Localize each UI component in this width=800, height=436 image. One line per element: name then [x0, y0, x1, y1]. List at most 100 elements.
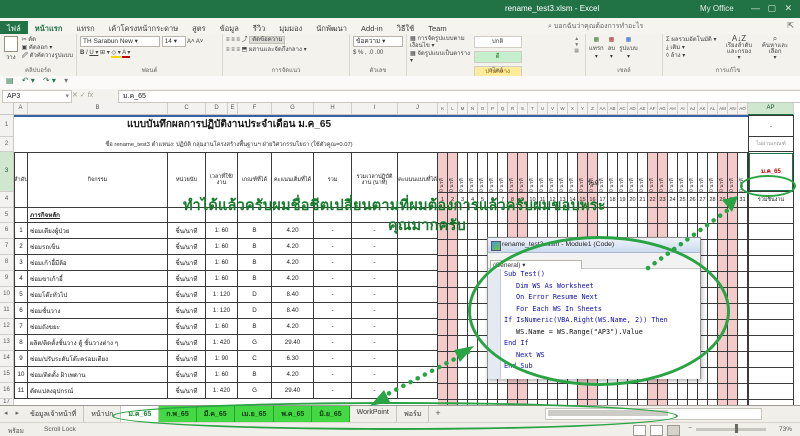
row-header-10[interactable]: 10 [0, 287, 14, 303]
zoom-slider[interactable] [696, 428, 766, 431]
table-cell[interactable]: 1: 60 [206, 367, 238, 383]
col-header-AE[interactable]: AE [638, 103, 648, 115]
select-all-corner[interactable] [0, 103, 14, 115]
row-header-2[interactable]: 2 [0, 137, 14, 152]
table-cell[interactable]: 8.40 [272, 287, 314, 303]
row-header-5[interactable]: 5 [0, 208, 14, 223]
date-number-cell[interactable]: 27 [698, 192, 708, 208]
date-number-cell[interactable]: 19 [618, 192, 628, 208]
table-cell[interactable] [398, 271, 438, 287]
sheet-nav-right-icon[interactable]: ▸ [12, 406, 24, 423]
table-cell[interactable]: 1: 60 [206, 319, 238, 335]
account-name[interactable]: My Office [700, 4, 734, 13]
table-cell[interactable]: 6 [14, 303, 28, 319]
col-header-X[interactable]: X [568, 103, 578, 115]
table-cell[interactable]: - [352, 239, 398, 255]
fill-color-icon[interactable]: ◇ ▾ [111, 50, 120, 58]
table-cell[interactable]: ซ่อมถังขยะ [28, 319, 168, 335]
col-header-AD[interactable]: AD [628, 103, 638, 115]
table-cell[interactable]: ชิ้น/นาที [168, 239, 206, 255]
table-row[interactable]: 3ซ่อมเก้าอี้มีล้อชิ้น/นาที1: 60B4.20-- [14, 255, 438, 271]
table-cell[interactable]: 1: 60 [206, 255, 238, 271]
col-header-J[interactable]: J [398, 103, 438, 115]
paste-button[interactable]: วาง [3, 36, 19, 66]
date-number-cell[interactable]: 28 [708, 192, 718, 208]
date-number-cell[interactable]: 20 [628, 192, 638, 208]
date-number-cell[interactable]: 23 [658, 192, 668, 208]
col-header-AL[interactable]: AL [708, 103, 718, 115]
borders-icon[interactable]: ⊞ ▾ [100, 50, 110, 56]
table-cell[interactable]: 6.30 [272, 351, 314, 367]
activity-table[interactable]: ลำดับกิจกรรมหน่วยนับเวลาที่ใช้/งานเกณฑ์ท… [14, 152, 438, 399]
row-header-16[interactable]: 16 [0, 383, 14, 399]
underline-button[interactable]: U ▾ [89, 50, 98, 56]
maximize-button[interactable]: ▢ [767, 3, 776, 14]
comma-icon[interactable]: , [365, 50, 367, 56]
table-cell[interactable]: 4.20 [272, 239, 314, 255]
col-header-P[interactable]: P [488, 103, 498, 115]
table-cell[interactable] [398, 351, 438, 367]
col-header-C[interactable]: C [168, 103, 206, 115]
row-header-11[interactable]: 11 [0, 303, 14, 319]
row-header-1[interactable]: 1 [0, 115, 14, 137]
col-header-AG[interactable]: AG [658, 103, 668, 115]
fill-button[interactable]: ⤓ เติม ▾ [666, 44, 718, 52]
table-row[interactable]: 5ซ่อมโต๊ะทั่วไปชิ้น/นาที1: 120D8.40-- [14, 287, 438, 303]
redo-icon[interactable]: ↷ ▾ [43, 76, 56, 85]
shrink-font-icon[interactable]: A˅ [196, 39, 204, 45]
format-painter-button[interactable]: 🖉 ตัวคัดวางรูปแบบ [22, 52, 73, 60]
table-cell[interactable]: 4.20 [272, 223, 314, 239]
table-cell[interactable]: - [352, 255, 398, 271]
table-cell[interactable]: 4.20 [272, 255, 314, 271]
row-header-15[interactable]: 15 [0, 367, 14, 383]
align-top-icon[interactable]: ≡ [226, 37, 230, 43]
table-cell[interactable]: - [314, 383, 352, 399]
cut-button[interactable]: ✂ ตัด [22, 36, 73, 44]
table-cell[interactable]: 1: 120 [206, 303, 238, 319]
table-row[interactable]: 2ซ่อมรถเข็นชิ้น/นาที1: 60B4.20-- [14, 239, 438, 255]
col-header-D[interactable]: D [206, 103, 228, 115]
merge-center-button[interactable]: ⬒ ผสานและจัดกึ่งกลาง ▾ [242, 47, 307, 53]
table-cell[interactable]: 5 [14, 287, 28, 303]
format-cells-button[interactable]: ▦รูปแบบ▾ [619, 36, 638, 66]
date-number-cell[interactable]: 29 [718, 192, 728, 208]
orientation-icon[interactable]: ⤴ [242, 37, 248, 43]
table-cell[interactable]: 3 [14, 255, 28, 271]
col-header-AC[interactable]: AC [618, 103, 628, 115]
table-cell[interactable] [398, 335, 438, 351]
table-cell[interactable]: 10 [14, 367, 28, 383]
table-cell[interactable]: ซ่อมรถเข็น [28, 239, 168, 255]
table-cell[interactable]: 1: 420 [206, 335, 238, 351]
table-cell[interactable] [398, 319, 438, 335]
column-headers[interactable]: ABCDEFGHIJKLMNOPQRSTUVWXYZAAABACADAEAFAG… [14, 103, 794, 115]
date-number-cell[interactable]: 26 [688, 192, 698, 208]
italic-button[interactable]: I [86, 50, 88, 56]
accounting-icon[interactable]: $ [353, 50, 356, 56]
table-row[interactable]: 1ซ่อมเตียงผู้ป่วยชิ้น/นาที1: 60B4.20-- [14, 223, 438, 239]
table-cell[interactable]: 1: 60 [206, 239, 238, 255]
bold-button[interactable]: B [80, 50, 84, 56]
table-row[interactable]: 7ซ่อมถังขยะชิ้น/นาที1: 60B4.20-- [14, 319, 438, 335]
table-cell[interactable]: 1: 60 [206, 271, 238, 287]
col-header-E[interactable]: E [228, 103, 238, 115]
date-body-column[interactable] [458, 208, 468, 405]
date-body-column[interactable] [438, 208, 448, 405]
conditional-formatting-button[interactable]: ▦ การจัดรูปแบบตามเงื่อนไข ▾ [410, 36, 471, 50]
table-cell[interactable]: - [352, 367, 398, 383]
col-header-AH[interactable]: AH [668, 103, 678, 115]
table-cell[interactable]: ซ่อม/ปรับระดับโต๊ะคร่อมเตียง [28, 351, 168, 367]
col-header-T[interactable]: T [528, 103, 538, 115]
row-header-9[interactable]: 9 [0, 271, 14, 287]
row-header-13[interactable]: 13 [0, 335, 14, 351]
qat-customize-icon[interactable]: ▾ [64, 76, 68, 85]
table-cell[interactable]: - [314, 287, 352, 303]
col-header-Y[interactable]: Y [578, 103, 588, 115]
col-header-AO[interactable]: AO [738, 103, 748, 115]
table-cell[interactable]: ชิ้น/นาที [168, 319, 206, 335]
table-cell[interactable]: 2 [14, 239, 28, 255]
wrap-text-button[interactable]: ตัดข้อความ [249, 36, 285, 44]
table-cell[interactable]: ผลิต/ติดตั้งชั้นวาง ตู้ ชั้นวางต่าง ๆ [28, 335, 168, 351]
table-row[interactable]: 11ดัดแปลงอุปกรณ์ชิ้น/นาที1: 420G29.40-- [14, 383, 438, 399]
row-header-8[interactable]: 8 [0, 255, 14, 271]
col-header-K[interactable]: K [438, 103, 448, 115]
